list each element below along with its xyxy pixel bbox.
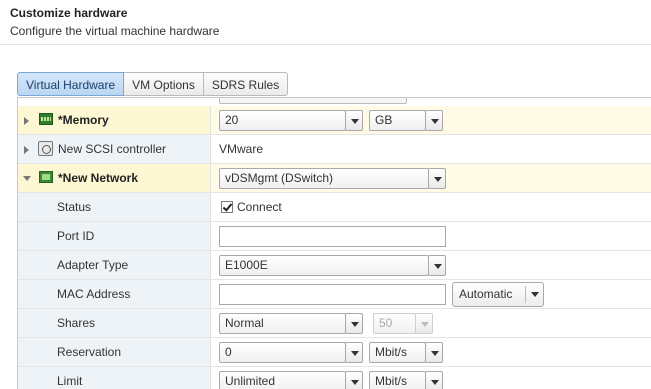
reservation-row: Reservation 0 Mbit/s: [18, 338, 651, 367]
reservation-input[interactable]: 0: [219, 342, 346, 363]
mac-mode-select[interactable]: Automatic: [452, 282, 544, 307]
memory-size-input[interactable]: 20: [219, 110, 346, 131]
dialog-subtitle: Configure the virtual machine hardware: [10, 24, 220, 38]
tab-virtual-hardware[interactable]: Virtual Hardware: [17, 72, 125, 96]
limit-unit-dropdown-button[interactable]: [425, 371, 443, 389]
memory-unit-dropdown-button[interactable]: [425, 110, 443, 131]
status-label: Status: [57, 200, 92, 214]
network-select[interactable]: vDSMgmt (DSwitch): [219, 168, 429, 189]
tab-bar: Virtual Hardware VM Options SDRS Rules: [17, 72, 289, 97]
memory-label: *Memory: [58, 113, 109, 127]
mac-address-input[interactable]: [219, 284, 446, 305]
scsi-label-cell: New SCSI controller: [18, 135, 211, 163]
port-id-label: Port ID: [57, 229, 95, 243]
tab-vm-options[interactable]: VM Options: [124, 72, 204, 96]
shares-label: Shares: [57, 316, 96, 330]
hardware-panel[interactable]: *Memory 20 GB New SCSI controller VMware…: [17, 97, 651, 389]
connect-at-power-on-checkbox[interactable]: [221, 201, 233, 213]
mac-label-cell: MAC Address: [18, 280, 211, 308]
port-id-input[interactable]: [219, 226, 446, 247]
dialog-title: Customize hardware: [10, 6, 128, 20]
adapter-label-cell: Adapter Type: [18, 251, 211, 279]
mac-mode-value: Automatic: [459, 287, 513, 301]
limit-label-cell: Limit: [18, 367, 211, 389]
previous-row-control-edge: [219, 98, 407, 104]
shares-amount-dropdown-button: [415, 313, 433, 334]
port-id-row: Port ID: [18, 222, 651, 251]
port-id-label-cell: Port ID: [18, 222, 211, 250]
reservation-unit-dropdown-button[interactable]: [425, 342, 443, 363]
adapter-type-select[interactable]: E1000E: [219, 255, 429, 276]
shares-amount-input: 50: [373, 313, 416, 334]
mac-mode-separator: [525, 286, 526, 303]
memory-label-cell: *Memory: [18, 106, 211, 134]
adapter-type-dropdown-button[interactable]: [428, 255, 446, 276]
collapse-arrow-icon[interactable]: [23, 176, 31, 181]
network-label-cell: *New Network: [18, 164, 211, 192]
limit-dropdown-button[interactable]: [345, 371, 363, 389]
limit-unit-select[interactable]: Mbit/s: [369, 371, 426, 389]
expand-arrow-icon[interactable]: [24, 146, 29, 154]
status-row: Status Connect At Power On: [18, 193, 651, 298]
limit-row: Limit Unlimited Mbit/s: [18, 367, 651, 389]
reservation-label: Reservation: [57, 345, 122, 359]
network-adapter-icon: [39, 171, 53, 183]
reservation-unit-select[interactable]: Mbit/s: [369, 342, 426, 363]
memory-row[interactable]: *Memory 20 GB: [18, 106, 651, 135]
shares-level-select[interactable]: Normal: [219, 313, 346, 334]
limit-input[interactable]: Unlimited: [219, 371, 346, 389]
header-divider: [0, 44, 651, 45]
memory-icon: [39, 113, 53, 125]
shares-row: Shares Normal 50: [18, 309, 651, 338]
mac-address-row: MAC Address Automatic: [18, 280, 651, 309]
shares-label-cell: Shares: [18, 309, 211, 337]
chevron-down-icon: [531, 292, 539, 297]
scsi-controller-row[interactable]: New SCSI controller VMware Paravirtual: [18, 135, 651, 184]
limit-label: Limit: [57, 374, 83, 388]
adapter-type-label: Adapter Type: [57, 258, 129, 272]
scsi-controller-icon: [38, 141, 53, 156]
reservation-dropdown-button[interactable]: [345, 342, 363, 363]
network-label: *New Network: [58, 171, 139, 185]
mac-address-label: MAC Address: [57, 287, 131, 301]
network-dropdown-button[interactable]: [428, 168, 446, 189]
status-label-cell: Status: [18, 193, 211, 221]
tab-sdrs-rules[interactable]: SDRS Rules: [203, 72, 289, 96]
shares-level-dropdown-button[interactable]: [345, 313, 363, 334]
adapter-type-row: Adapter Type E1000E: [18, 251, 651, 280]
reservation-label-cell: Reservation: [18, 338, 211, 366]
new-network-row[interactable]: *New Network vDSMgmt (DSwitch): [18, 164, 651, 193]
expand-arrow-icon[interactable]: [24, 117, 29, 125]
scsi-label: New SCSI controller: [58, 142, 167, 156]
memory-size-dropdown-button[interactable]: [345, 110, 363, 131]
memory-unit-select[interactable]: GB: [369, 110, 426, 131]
